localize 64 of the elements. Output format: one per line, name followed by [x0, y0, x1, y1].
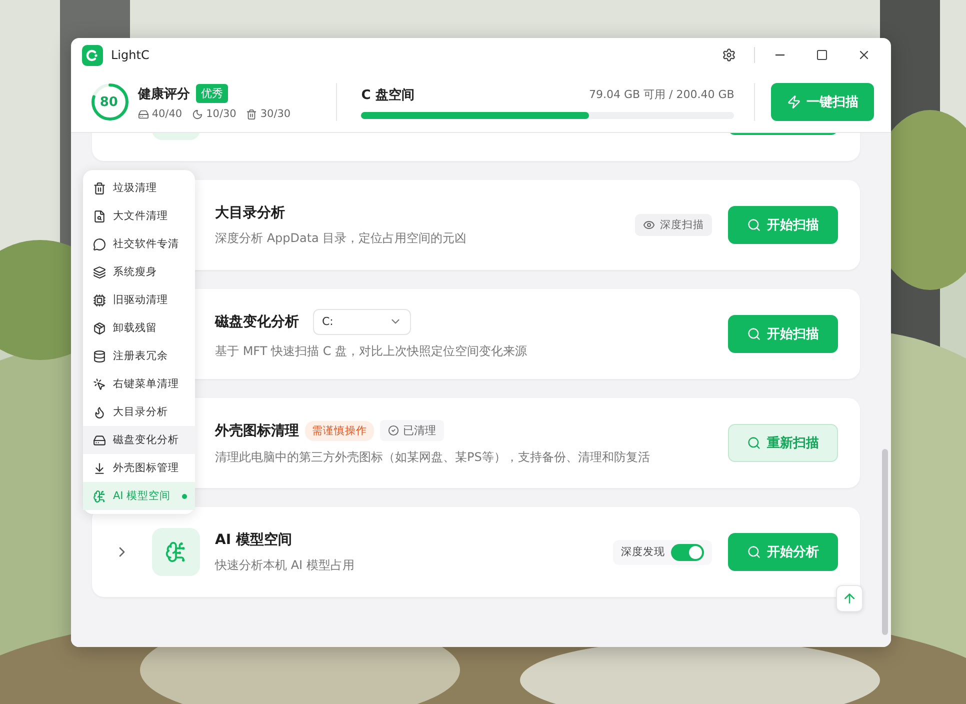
chip-label: 深度扫描	[660, 218, 704, 232]
flame-icon	[93, 406, 106, 418]
card-description: 深度分析 AppData 目录，定位占用空间的元凶	[215, 230, 468, 246]
menu-item[interactable]: 大文件清理	[83, 202, 195, 230]
pointer-click-icon	[93, 378, 106, 390]
app-logo	[82, 44, 103, 66]
search-icon	[747, 436, 761, 450]
scroll-to-top-button[interactable]	[836, 585, 863, 612]
menu-item[interactable]: 社交软件专清	[83, 230, 195, 258]
menu-item[interactable]: 磁盘变化分析	[83, 426, 195, 454]
search-icon	[747, 545, 761, 559]
menu-item[interactable]: 旧驱动清理	[83, 286, 195, 314]
trash-icon	[246, 108, 258, 120]
card-title: AI 模型空间	[215, 530, 292, 548]
lightning-icon	[786, 95, 801, 109]
package-icon	[93, 322, 106, 334]
moon-icon	[192, 108, 204, 120]
rating-badge: 优秀	[196, 84, 228, 103]
deep-discovery-switch[interactable]	[671, 544, 704, 560]
card-description: 快速分析本机 AI 模型占用	[215, 556, 356, 574]
stat-value: 10/30	[206, 108, 236, 120]
eye-icon	[643, 219, 655, 231]
close-icon	[857, 48, 871, 62]
card-title: 磁盘变化分析	[215, 312, 299, 330]
scrollbar-thumb[interactable]	[882, 449, 888, 635]
search-icon	[747, 218, 761, 232]
disk-title: C 盘空间	[361, 86, 416, 104]
drive-select[interactable]: C:	[313, 308, 411, 334]
file-icon	[93, 210, 106, 222]
card-title: 大目录分析	[215, 204, 285, 222]
menu-item[interactable]: 卸载残留	[83, 314, 195, 342]
menu-item[interactable]: 系统瘦身	[83, 258, 195, 286]
chip-icon	[93, 294, 106, 306]
check-circle-icon	[388, 425, 399, 436]
menu-item[interactable]: 垃圾清理	[83, 174, 195, 202]
menu-item[interactable]: 大目录分析	[83, 398, 195, 426]
brain-icon	[165, 541, 187, 563]
settings-icon	[722, 48, 736, 62]
toggle-label: 深度发现	[621, 545, 665, 559]
window-title: LightC	[111, 48, 150, 62]
stat-value: 30/30	[260, 108, 291, 120]
drive-icon	[138, 108, 149, 120]
database-icon	[93, 350, 106, 362]
status-label: 已清理	[403, 423, 436, 438]
health-score: 80	[100, 94, 118, 110]
card-description: 基于 MFT 快速扫描 C 盘，对比上次快照定位空间变化来源	[215, 342, 528, 360]
layers-icon	[93, 266, 106, 278]
trash-icon	[93, 182, 106, 194]
card-description: 清理此电脑中的第三方外壳图标（如某网盘、某PS等），支持备份、清理和防复活	[215, 449, 651, 466]
health-label: 健康评分	[138, 86, 190, 102]
maximize-icon	[816, 49, 828, 61]
drive-icon	[93, 434, 106, 446]
download-icon	[93, 462, 106, 474]
card-title: 外壳图标清理	[215, 422, 299, 440]
chat-bubble-icon	[93, 238, 106, 250]
disk-space-reading: 79.04 GB 可用 / 200.40 GB	[588, 87, 734, 102]
menu-item[interactable]: 右键菜单清理	[83, 370, 195, 398]
stat-value: 40/40	[152, 108, 182, 120]
warning-tag: 需谨慎操作	[305, 420, 374, 440]
brain-icon	[93, 490, 106, 502]
menu-item[interactable]: 外壳图标管理	[83, 454, 195, 482]
search-icon	[747, 327, 761, 341]
menu-item[interactable]: 注册表冗余	[83, 342, 195, 370]
active-dot	[182, 494, 187, 498]
